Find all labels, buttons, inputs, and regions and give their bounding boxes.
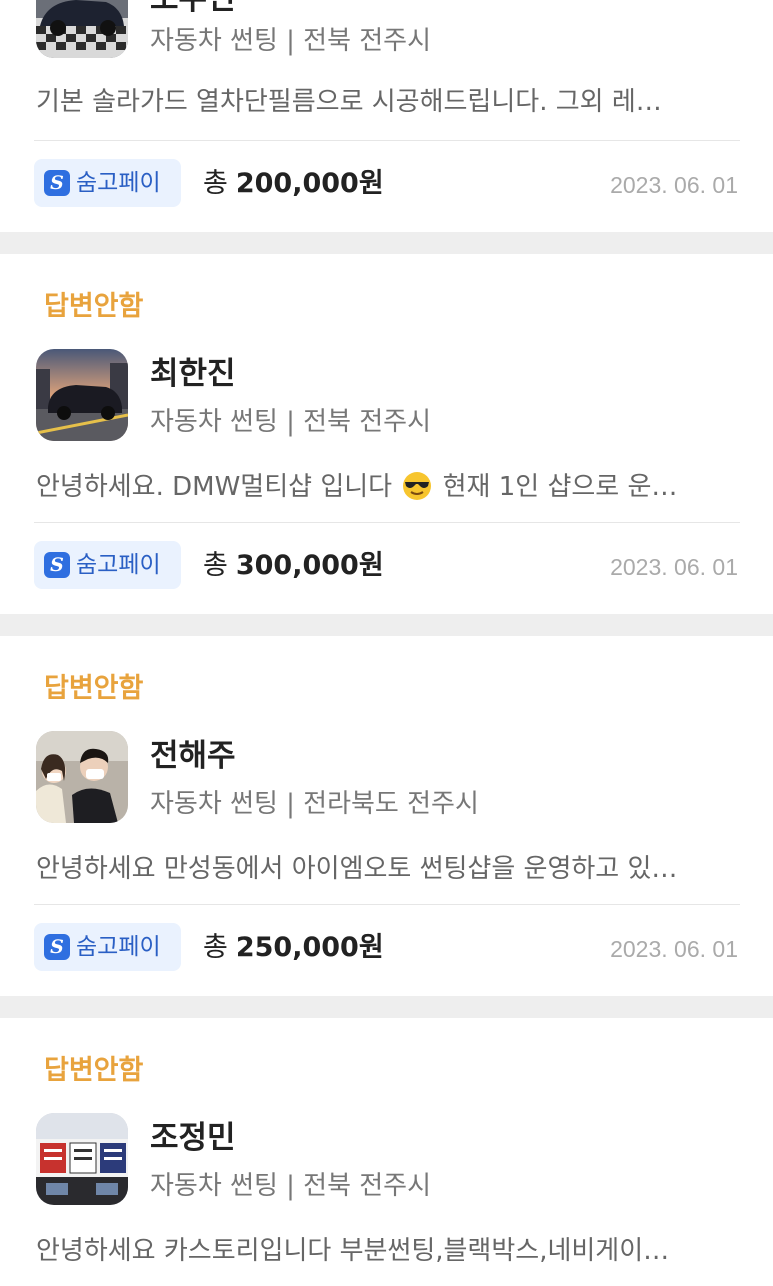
reply-status: 답변안함 (44, 291, 144, 322)
avatar (36, 1113, 128, 1205)
price: 총 200,000원 (203, 167, 384, 201)
divider (34, 904, 740, 905)
pay-label: 숨고페이 (76, 934, 161, 960)
request-card[interactable]: 답변안함 최한진 자동차 썬팅 | 전북 전주시 안녕하세요. DMW멀티샵 입… (0, 254, 773, 614)
quote-description: 안녕하세요 만성동에서 아이엠오토 썬팅샵을 운영하고 있… (36, 854, 678, 884)
quote-date: 2023. 06. 01 (610, 554, 738, 580)
price-prefix: 총 (203, 168, 228, 199)
expert-name: 최한진 (150, 356, 236, 392)
price: 총 300,000원 (203, 549, 384, 583)
sunglasses-emoji (403, 472, 432, 500)
request-card[interactable]: 답변안함 조정민 자동차 썬팅 | 전북 전주시 안녕하세요 카스토리입니다 부… (0, 1018, 773, 1286)
couple-photo (36, 731, 128, 823)
expert-category-location: 자동차 썬팅 | 전북 전주시 (150, 26, 432, 56)
expert-category-location: 자동차 썬팅 | 전북 전주시 (150, 407, 432, 437)
soomgo-pay-badge: S 숨고페이 (34, 923, 181, 971)
divider (34, 522, 740, 523)
price-value: 250,000원 (235, 932, 384, 963)
price-prefix: 총 (203, 932, 228, 963)
soomgo-pay-icon: S (44, 170, 70, 196)
pay-label: 숨고페이 (76, 170, 161, 196)
expert-name: 오수민 (150, 0, 236, 18)
request-card[interactable]: 답변안함 전해주 자동차 썬팅 | 전라북도 전주시 안녕하세요 만성동에서 아… (0, 636, 773, 996)
price-value: 200,000원 (235, 168, 384, 199)
soomgo-pay-icon: S (44, 934, 70, 960)
avatar (36, 349, 128, 441)
quote-date: 2023. 06. 01 (610, 936, 738, 962)
car-photo (36, 0, 128, 58)
soomgo-pay-badge: S 숨고페이 (34, 159, 181, 207)
description-text: 현재 1인 샵으로 운… (442, 472, 678, 502)
expert-name: 전해주 (150, 738, 236, 774)
price-value: 300,000원 (235, 550, 384, 581)
car-photo (36, 349, 128, 441)
shop-photo (36, 1113, 128, 1205)
pay-label: 숨고페이 (76, 552, 161, 578)
expert-name: 조정민 (150, 1120, 236, 1156)
divider (34, 140, 740, 141)
price: 총 250,000원 (203, 931, 384, 965)
avatar (36, 0, 128, 58)
quote-description: 기본 솔라가드 열차단필름으로 시공해드립니다. 그외 레… (36, 87, 662, 117)
avatar (36, 731, 128, 823)
reply-status: 답변안함 (44, 1055, 144, 1086)
soomgo-pay-icon: S (44, 552, 70, 578)
expert-category-location: 자동차 썬팅 | 전북 전주시 (150, 1171, 432, 1201)
soomgo-pay-badge: S 숨고페이 (34, 541, 181, 589)
request-card[interactable]: 오수민 자동차 썬팅 | 전북 전주시 기본 솔라가드 열차단필름으로 시공해드… (0, 0, 773, 232)
quote-date: 2023. 06. 01 (610, 172, 738, 198)
quote-description: 안녕하세요. DMW멀티샵 입니다 현재 1인 샵으로 운… (36, 470, 740, 504)
quote-description: 안녕하세요 카스토리입니다 부분썬팅,블랙박스,네비게이… (36, 1236, 670, 1266)
price-prefix: 총 (203, 550, 228, 581)
description-text: 안녕하세요. DMW멀티샵 입니다 (36, 472, 393, 502)
reply-status: 답변안함 (44, 673, 144, 704)
expert-category-location: 자동차 썬팅 | 전라북도 전주시 (150, 789, 479, 819)
